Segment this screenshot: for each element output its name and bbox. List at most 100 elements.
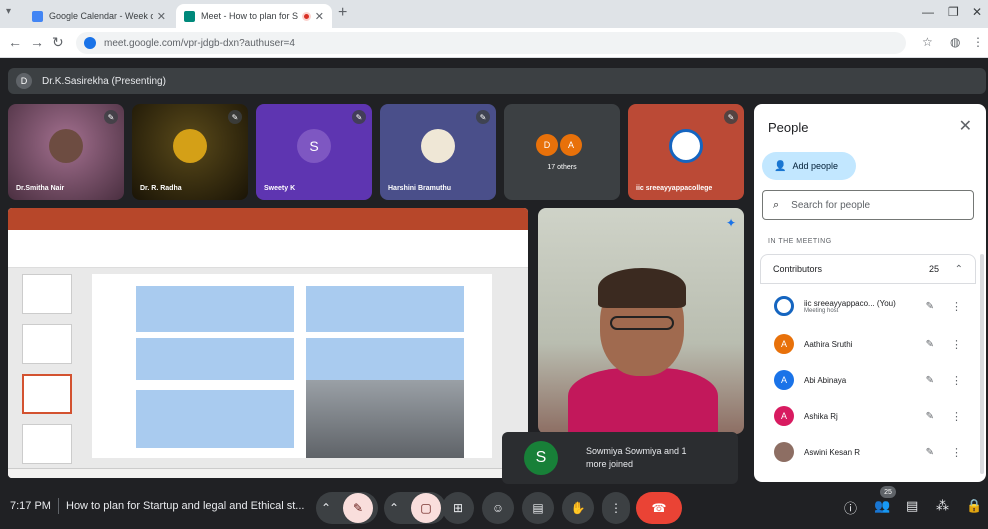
participant-name: Sweety K <box>264 185 296 192</box>
add-people-button[interactable]: 👤 Add people <box>762 152 856 180</box>
maximize-icon[interactable]: ❐ <box>948 5 959 19</box>
meeting-title: How to plan for Startup and legal and Et… <box>66 500 305 512</box>
video-person <box>568 368 718 434</box>
participant-name: Abi Abinaya <box>804 375 847 385</box>
participant-role: Meeting host <box>804 307 839 314</box>
speaking-indicator-icon: ✦ <box>725 216 736 230</box>
participant-name: Dr.Smitha Nair <box>16 185 65 192</box>
captions-button[interactable]: ▤ <box>522 492 554 524</box>
avatar <box>774 296 794 316</box>
slide-box <box>306 286 464 332</box>
camera-button[interactable]: ⌃ ▢ <box>384 492 446 524</box>
slide-page <box>92 274 492 458</box>
participant-tile[interactable]: ✎ Dr. R. Radha <box>132 104 248 200</box>
participant-row[interactable]: iic sreeayyappaco... (You) Meeting host … <box>760 288 976 324</box>
reload-icon[interactable]: ↻ <box>52 34 64 51</box>
mic-off-icon[interactable]: ✎ <box>926 447 934 458</box>
present-screen-button[interactable]: ⊞ <box>442 492 474 524</box>
more-options-icon[interactable]: ⋮ <box>951 410 962 423</box>
chevron-up-icon[interactable]: ⌃ <box>955 264 963 275</box>
section-heading: IN THE MEETING <box>768 238 832 245</box>
tab-google-meet[interactable]: Meet - How to plan for St ✕ <box>176 4 332 28</box>
leave-call-button[interactable]: ☎ <box>636 492 682 524</box>
chevron-up-icon[interactable]: ⌃ <box>321 501 331 515</box>
others-count: 17 others <box>547 164 577 171</box>
ppt-titlebar <box>8 208 528 220</box>
more-options-icon[interactable]: ⋮ <box>951 446 962 459</box>
ppt-status-bar <box>8 468 528 478</box>
participant-row[interactable]: Aswini Kesan R ✎ ⋮ <box>760 434 976 470</box>
close-tab-icon[interactable]: ✕ <box>157 10 166 23</box>
participant-name: iic sreeayyappacollege <box>636 185 713 192</box>
url-field[interactable]: meet.google.com/vpr-jdgb-dxn?authuser=4 <box>76 32 906 54</box>
scrollbar[interactable] <box>980 254 984 474</box>
forward-icon[interactable]: → <box>30 34 44 50</box>
meet-icon <box>184 10 195 22</box>
participant-tile[interactable]: ✎ Harshini Bramuthu <box>380 104 496 200</box>
hand-icon: ✋ <box>570 501 586 515</box>
meeting-details-icon[interactable]: ⓘ <box>844 498 857 517</box>
microphone-button[interactable]: ⌃ ✎ <box>316 492 378 524</box>
shared-screen <box>8 208 528 478</box>
avatar: A <box>560 134 582 156</box>
participant-name: Dr. R. Radha <box>140 185 182 192</box>
new-tab-icon[interactable]: + <box>338 4 347 22</box>
participants-count-badge: 25 <box>880 486 896 498</box>
participant-tile[interactable]: ✎ Dr.Smitha Nair <box>8 104 124 200</box>
mic-off-icon[interactable]: ✎ <box>926 339 934 350</box>
close-window-icon[interactable]: ✕ <box>972 5 982 19</box>
site-info-icon[interactable] <box>84 37 96 49</box>
tab-search-icon[interactable]: ▾ <box>6 6 11 17</box>
contributors-header[interactable]: Contributors 25 ⌃ <box>760 254 976 284</box>
chat-icon[interactable]: ▤ <box>906 498 918 514</box>
participant-tile[interactable]: ✎ iic sreeayyappacollege <box>628 104 744 200</box>
hang-up-icon: ☎ <box>651 501 667 515</box>
host-controls-icon[interactable]: 🔒 <box>966 498 982 514</box>
reactions-button[interactable]: ☺ <box>482 492 514 524</box>
muted-mic-icon: ✎ <box>104 110 118 124</box>
profile-icon[interactable]: ◍ <box>950 35 960 49</box>
others-tile[interactable]: D A 17 others <box>504 104 620 200</box>
participant-name: Aathira Sruthi <box>804 339 853 349</box>
more-options-icon[interactable]: ⋮ <box>951 374 962 387</box>
menu-icon[interactable]: ⋮ <box>972 35 984 49</box>
join-notification[interactable]: S Sowmiya Sowmiya and 1 more joined <box>502 432 738 484</box>
url-text: meet.google.com/vpr-jdgb-dxn?authuser=4 <box>104 37 295 49</box>
mic-off-icon[interactable]: ✎ <box>926 375 934 386</box>
meeting-clock: 7:17 PM <box>10 500 51 512</box>
participant-row[interactable]: A Ashika Rj ✎ ⋮ <box>760 398 976 434</box>
presenter-name: Dr.K.Sasirekha (Presenting) <box>42 75 166 87</box>
more-options-icon[interactable]: ⋮ <box>951 300 962 313</box>
avatar: A <box>774 370 794 390</box>
presenter-avatar: D <box>16 73 32 89</box>
browser-tab-strip: ▾ Google Calendar - Week of Ju... ✕ Meet… <box>0 0 988 28</box>
more-options-icon[interactable]: ⋮ <box>951 338 962 351</box>
chevron-up-icon[interactable]: ⌃ <box>389 501 399 515</box>
more-options-button[interactable]: ⋮ <box>602 492 630 524</box>
people-icon[interactable]: 👥 <box>874 498 890 514</box>
people-search-input[interactable]: ⌕ Search for people <box>762 190 974 220</box>
slide-photo <box>306 380 464 458</box>
participant-row[interactable]: A Abi Abinaya ✎ ⋮ <box>760 362 976 398</box>
raise-hand-button[interactable]: ✋ <box>562 492 594 524</box>
search-placeholder: Search for people <box>791 199 871 211</box>
avatar: A <box>774 406 794 426</box>
presenter-video[interactable]: ✦ <box>538 208 744 434</box>
tab-google-calendar[interactable]: Google Calendar - Week of Ju... ✕ <box>24 4 174 28</box>
video-person <box>598 268 686 308</box>
close-tab-icon[interactable]: ✕ <box>315 10 324 23</box>
avatar <box>49 129 83 164</box>
avatar: S <box>524 441 558 475</box>
minimize-icon[interactable]: — <box>922 5 934 19</box>
mic-off-icon[interactable]: ✎ <box>926 301 934 312</box>
captions-icon: ▤ <box>532 501 544 515</box>
mic-off-icon[interactable]: ✎ <box>926 411 934 422</box>
bookmark-star-icon[interactable]: ☆ <box>922 35 933 49</box>
participant-tile[interactable]: S ✎ Sweety K <box>256 104 372 200</box>
video-person <box>610 316 674 330</box>
close-icon[interactable]: ✕ <box>959 116 972 136</box>
participant-row[interactable]: A Aathira Sruthi ✎ ⋮ <box>760 326 976 362</box>
activities-icon[interactable]: ⁂ <box>936 498 949 514</box>
back-icon[interactable]: ← <box>8 34 22 50</box>
participant-name: Aswini Kesan R <box>804 447 861 457</box>
